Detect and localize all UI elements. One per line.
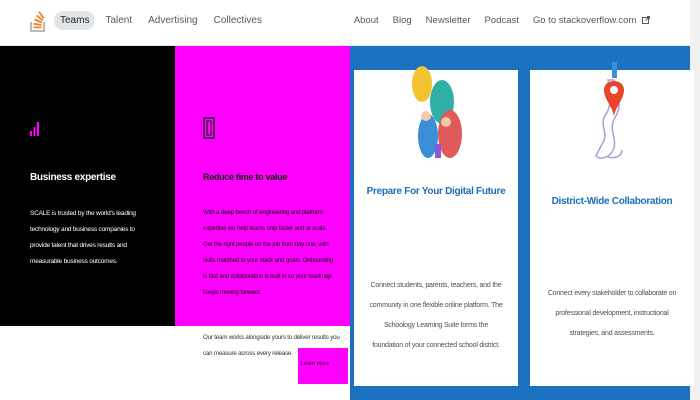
features-section: Prepare For Your Digital Future Connect … bbox=[350, 46, 694, 400]
card-body: Connect students, parents, teachers, and… bbox=[369, 282, 503, 349]
card-body: Connect every stakeholder to collaborate… bbox=[547, 290, 677, 337]
nav-newsletter[interactable]: Newsletter bbox=[420, 11, 477, 30]
panel-title: Reduce time to value bbox=[203, 172, 288, 182]
nav-advertising[interactable]: Advertising bbox=[142, 11, 203, 30]
panel-body: With a deep bench of engineering and pla… bbox=[203, 209, 333, 296]
top-navigation: Teams Talent Advertising Collectives Abo… bbox=[0, 0, 700, 46]
card-title: Prepare For Your Digital Future bbox=[366, 186, 506, 197]
panel-title: Business expertise bbox=[30, 172, 116, 183]
stackoverflow-logo[interactable] bbox=[30, 8, 46, 32]
feature-card: Prepare For Your Digital Future Connect … bbox=[354, 66, 518, 386]
feature-card: District-Wide Collaboration Connect ever… bbox=[530, 62, 694, 386]
primary-nav: Teams Talent Advertising Collectives bbox=[54, 11, 268, 30]
external-link-icon bbox=[642, 16, 650, 24]
card-title: District-Wide Collaboration bbox=[551, 196, 673, 207]
nav-podcast[interactable]: Podcast bbox=[479, 11, 525, 30]
nav-talent[interactable]: Talent bbox=[99, 11, 138, 30]
bracket-icon bbox=[203, 117, 215, 139]
panel-body: SCALE is trusted by the world's leading … bbox=[30, 210, 136, 265]
nav-go-to-stackoverflow[interactable]: Go to stackoverflow.com bbox=[527, 11, 656, 30]
nav-teams[interactable]: Teams bbox=[54, 11, 96, 30]
people-illustration bbox=[412, 66, 462, 158]
nav-about[interactable]: About bbox=[348, 11, 385, 30]
learn-more-chip[interactable]: Learn more bbox=[298, 348, 348, 384]
business-expertise-panel: Business expertise SCALE is trusted by t… bbox=[0, 46, 175, 326]
secondary-nav: About Blog Newsletter Podcast Go to stac… bbox=[348, 11, 656, 30]
bar-chart-icon bbox=[30, 122, 39, 136]
nav-collectives[interactable]: Collectives bbox=[208, 11, 268, 30]
map-pin-illustration bbox=[595, 62, 624, 159]
nav-go-to-stackoverflow-label: Go to stackoverflow.com bbox=[532, 15, 637, 26]
nav-blog[interactable]: Blog bbox=[387, 11, 418, 30]
